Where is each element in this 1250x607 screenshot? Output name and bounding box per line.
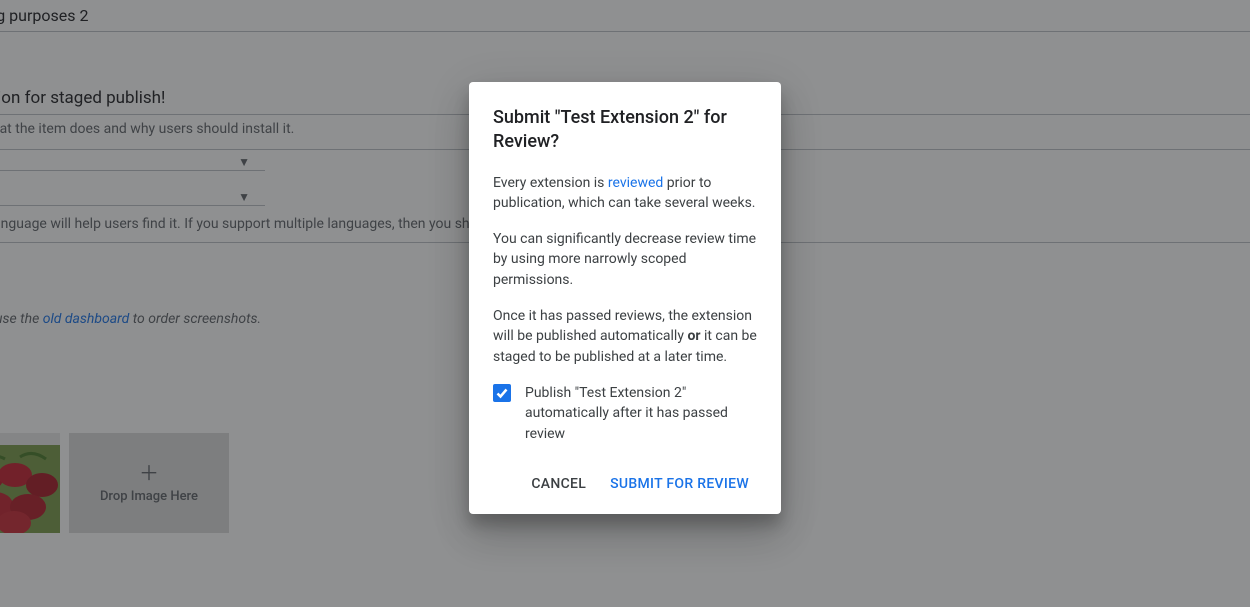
check-icon xyxy=(495,386,509,400)
auto-publish-row: Publish "Test Extension 2" automatically… xyxy=(493,383,757,444)
submit-review-dialog: Submit "Test Extension 2" for Review? Ev… xyxy=(469,82,781,514)
dialog-paragraph: Once it has passed reviews, the extensio… xyxy=(493,306,757,367)
text: Every extension is xyxy=(493,175,608,191)
reviewed-link[interactable]: reviewed xyxy=(608,175,663,191)
auto-publish-label: Publish "Test Extension 2" automatically… xyxy=(525,383,757,444)
dialog-paragraph: Every extension is reviewed prior to pub… xyxy=(493,173,757,214)
modal-overlay: Submit "Test Extension 2" for Review? Ev… xyxy=(0,0,1250,607)
dialog-actions: CANCEL SUBMIT FOR REVIEW xyxy=(493,468,757,500)
dialog-paragraph: You can significantly decrease review ti… xyxy=(493,229,757,290)
submit-for-review-button[interactable]: SUBMIT FOR REVIEW xyxy=(602,468,757,500)
cancel-button[interactable]: CANCEL xyxy=(523,468,594,500)
auto-publish-checkbox[interactable] xyxy=(493,384,511,402)
text-bold: or xyxy=(687,328,700,344)
dialog-title: Submit "Test Extension 2" for Review? xyxy=(493,106,757,155)
